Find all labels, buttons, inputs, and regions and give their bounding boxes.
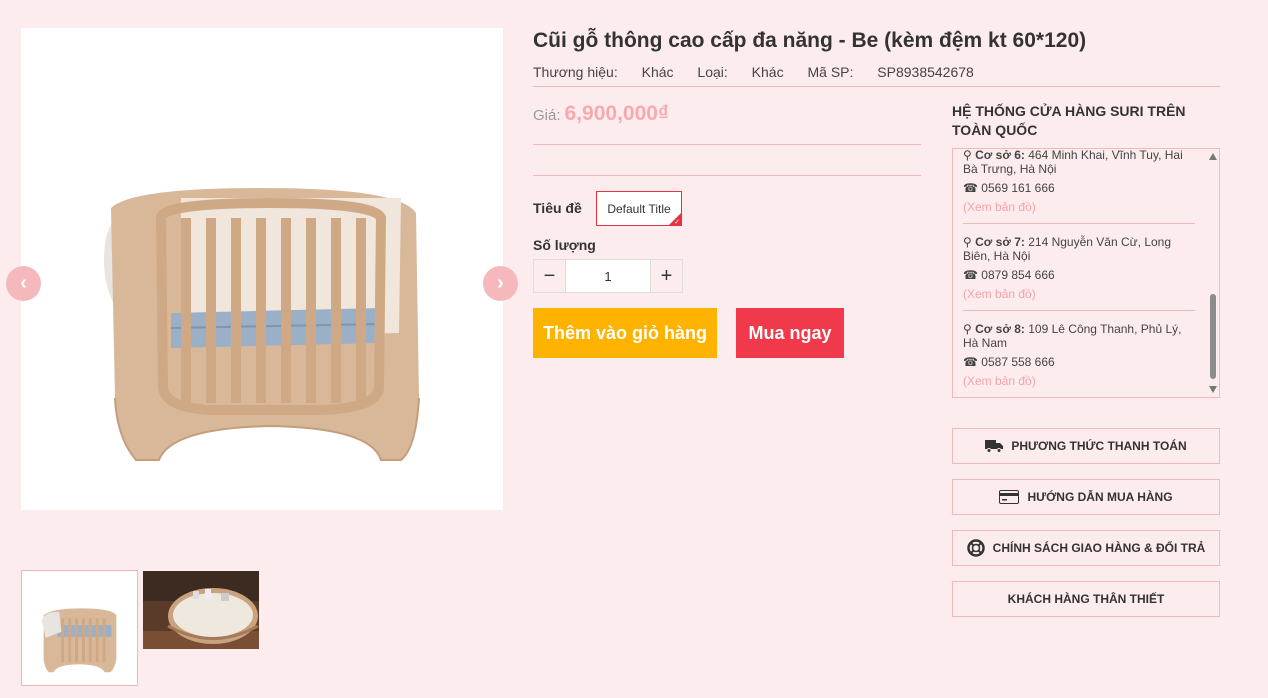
type-label: Loại: xyxy=(697,64,728,80)
credit-card-icon xyxy=(999,490,1020,504)
quantity-increase-button[interactable]: + xyxy=(651,260,682,292)
product-meta: Thương hiệu: Khác Loại: Khác Mã SP: SP89… xyxy=(533,64,994,80)
policy-label: PHƯƠNG THỨC THANH TOÁN xyxy=(1011,439,1187,453)
map-marker-icon: ⚲ xyxy=(963,148,972,162)
policy-label: KHÁCH HÀNG THÂN THIẾT xyxy=(1007,592,1165,606)
product-main-image[interactable] xyxy=(21,28,503,510)
scroll-down-icon[interactable] xyxy=(1209,386,1217,393)
add-to-cart-button[interactable]: Thêm vào giỏ hàng xyxy=(533,308,717,358)
chevron-left-icon: ‹ xyxy=(20,272,27,294)
quantity-decrease-button[interactable]: − xyxy=(534,260,565,292)
map-marker-icon: ⚲ xyxy=(963,322,972,336)
policy-label: CHÍNH SÁCH GIAO HÀNG & ĐỔI TRẢ xyxy=(992,541,1206,555)
price-row: Giá: 6,900,000₫ xyxy=(533,102,669,126)
store-phone[interactable]: 0569 161 666 xyxy=(981,181,1054,195)
store-phone[interactable]: 0587 558 666 xyxy=(981,355,1054,369)
brand-label: Thương hiệu: xyxy=(533,64,618,80)
store-name: Cơ sở 6: xyxy=(975,148,1025,162)
phone-icon: ☎ xyxy=(963,355,978,369)
truck-icon xyxy=(985,440,1004,453)
divider xyxy=(963,223,1195,224)
product-title: Cũi gỗ thông cao cấp đa năng - Be (kèm đ… xyxy=(533,29,1087,52)
scroll-up-icon[interactable] xyxy=(1209,153,1217,160)
thumbnail-2[interactable] xyxy=(143,571,259,649)
crib-image xyxy=(103,188,420,461)
quantity-input[interactable] xyxy=(565,260,651,292)
price-label: Giá: xyxy=(533,107,561,124)
divider xyxy=(533,175,921,176)
minus-icon: − xyxy=(543,264,556,287)
store-item: ⚲ Cơ sở 8: 109 Lê Công Thanh, Phủ Lý, Hà… xyxy=(963,322,1195,388)
check-icon: ✓ xyxy=(674,219,680,226)
stores-list-box[interactable]: ⚲ Cơ sở 6: 464 Minh Khai, Vĩnh Tuy, Hai … xyxy=(952,148,1220,398)
store-map-link[interactable]: (Xem bản đồ) xyxy=(963,287,1036,301)
variant-option-default[interactable]: Default Title ✓ xyxy=(596,191,682,226)
brand-value[interactable]: Khác xyxy=(642,64,674,80)
payment-method-button[interactable]: PHƯƠNG THỨC THANH TOÁN xyxy=(952,428,1220,464)
lifebuoy-icon xyxy=(966,539,985,557)
price-value: 6,900,000₫ xyxy=(564,102,669,125)
stores-title: HỆ THỐNG CỬA HÀNG SURI TRÊN TOÀN QUỐC xyxy=(952,103,1186,138)
thumbnail-1[interactable] xyxy=(21,570,138,686)
store-map-link[interactable]: (Xem bản đồ) xyxy=(963,374,1036,388)
store-name: Cơ sở 7: xyxy=(975,235,1025,249)
buy-now-button[interactable]: Mua ngay xyxy=(736,308,844,358)
next-image-button[interactable]: › xyxy=(483,266,518,301)
phone-icon: ☎ xyxy=(963,268,978,282)
chevron-right-icon: › xyxy=(497,272,504,294)
prev-image-button[interactable]: ‹ xyxy=(6,266,41,301)
quantity-label: Số lượng xyxy=(533,237,596,253)
sku-label: Mã SP: xyxy=(807,64,854,80)
buying-guide-button[interactable]: HƯỚNG DẪN MUA HÀNG xyxy=(952,479,1220,515)
type-value: Khác xyxy=(751,64,784,80)
loyal-customer-button[interactable]: KHÁCH HÀNG THÂN THIẾT xyxy=(952,581,1220,617)
sku-value: SP8938542678 xyxy=(877,64,974,80)
store-item: ⚲ Cơ sở 7: 214 Nguyễn Văn Cừ, Long Biên,… xyxy=(963,235,1195,301)
scrollbar-thumb[interactable] xyxy=(1210,294,1216,379)
divider xyxy=(963,310,1195,311)
store-item: ⚲ Cơ sở 6: 464 Minh Khai, Vĩnh Tuy, Hai … xyxy=(963,148,1195,214)
plus-icon: + xyxy=(660,264,673,287)
quantity-stepper: − + xyxy=(533,259,683,293)
map-marker-icon: ⚲ xyxy=(963,235,972,249)
store-map-link[interactable]: (Xem bản đồ) xyxy=(963,200,1036,214)
scrollbar[interactable] xyxy=(1207,149,1219,397)
shipping-return-policy-button[interactable]: CHÍNH SÁCH GIAO HÀNG & ĐỔI TRẢ xyxy=(952,530,1220,566)
phone-icon: ☎ xyxy=(963,181,978,195)
variant-label: Tiêu đề xyxy=(533,200,582,216)
divider xyxy=(533,86,1220,87)
variant-option-label: Default Title xyxy=(607,201,671,216)
divider xyxy=(533,144,921,145)
policy-label: HƯỚNG DẪN MUA HÀNG xyxy=(1027,490,1173,504)
store-phone[interactable]: 0879 854 666 xyxy=(981,268,1054,282)
store-name: Cơ sở 8: xyxy=(975,322,1025,336)
